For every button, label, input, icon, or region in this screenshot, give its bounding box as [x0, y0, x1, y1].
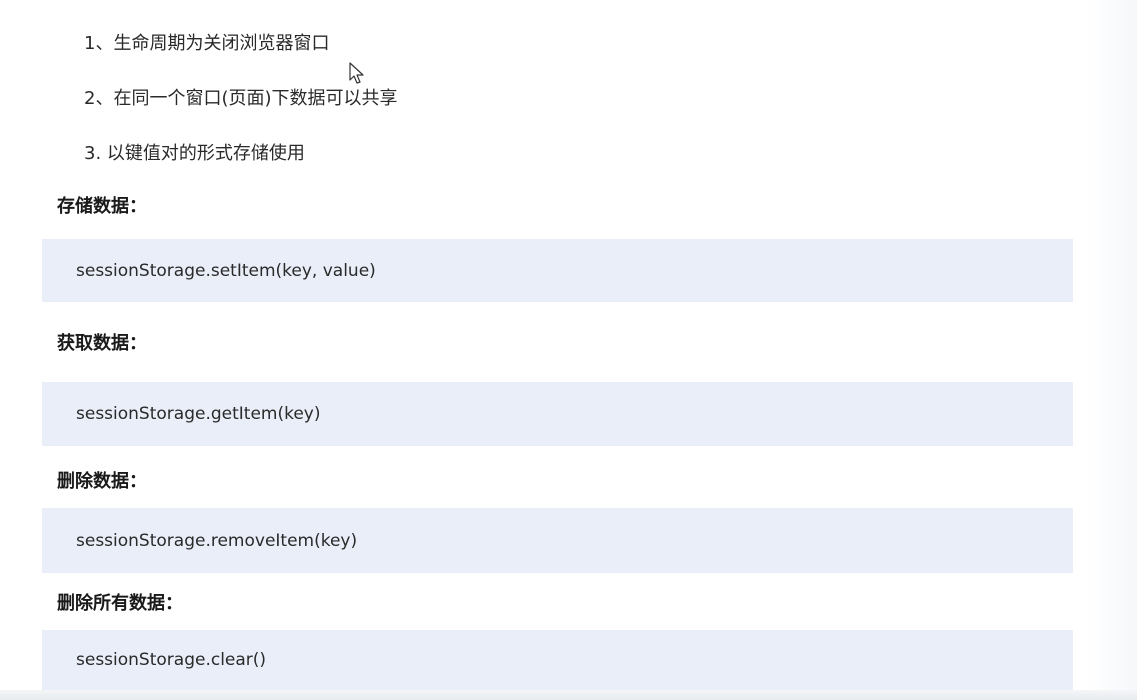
code-block-get-item: sessionStorage.getItem(key)	[42, 382, 1073, 446]
code-clear: sessionStorage.clear()	[76, 650, 267, 670]
heading-remove-data: 删除数据：	[57, 471, 147, 492]
list-item-shared-window: 2、在同一个窗口(页面)下数据可以共享	[84, 88, 398, 109]
code-block-clear: sessionStorage.clear()	[42, 630, 1073, 690]
right-edge-shade	[1087, 0, 1137, 700]
mouse-pointer-icon	[349, 62, 364, 84]
list-item-lifecycle: 1、生命周期为关闭浏览器窗口	[84, 33, 330, 54]
code-set-item: sessionStorage.setItem(key, value)	[76, 260, 376, 281]
bottom-edge-strip	[0, 690, 1137, 700]
code-remove-item: sessionStorage.removeItem(key)	[76, 530, 358, 551]
code-get-item: sessionStorage.getItem(key)	[76, 404, 321, 424]
list-item-key-value: 3. 以键值对的形式存储使用	[84, 143, 305, 164]
code-block-set-item: sessionStorage.setItem(key, value)	[42, 239, 1073, 302]
heading-clear-data: 删除所有数据：	[57, 593, 183, 614]
heading-store-data: 存储数据：	[57, 196, 147, 217]
heading-get-data: 获取数据：	[57, 333, 147, 354]
code-block-remove-item: sessionStorage.removeItem(key)	[42, 508, 1073, 573]
